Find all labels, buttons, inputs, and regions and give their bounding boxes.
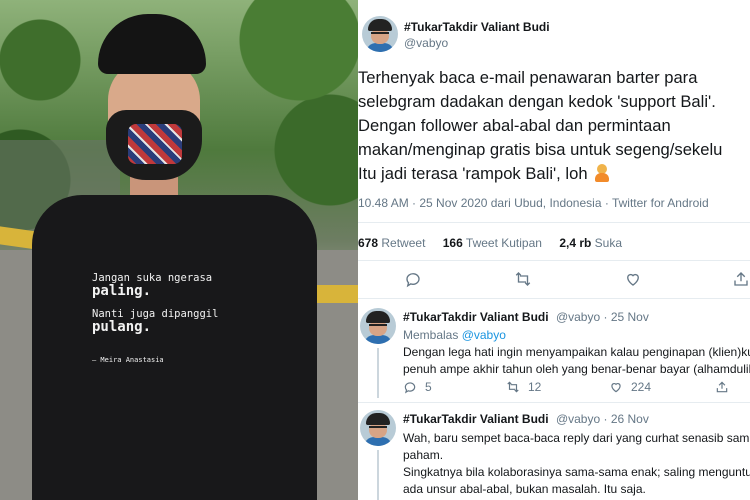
tweet-meta: 10.48 AM · 25 Nov 2020 dari Ubud, Indone… [358,196,709,210]
replying-to-handle[interactable]: @vabyo [462,328,506,342]
divider [358,222,750,223]
divider [358,298,750,299]
tweet-line-last: Itu jadi terasa 'rampok Bali', loh [358,162,750,186]
like-icon[interactable] [624,270,644,290]
photo-panel: Jangan suka ngerasa paling. Nanti juga d… [0,0,358,500]
divider [358,402,750,403]
tweet-line: Terhenyak baca e-mail penawaran barter p… [358,68,698,87]
reply-tweet[interactable]: #TukarTakdir Valiant Budi @vabyo · 26 No… [358,410,750,500]
quote-count: 166 [442,236,463,250]
avatar[interactable] [362,16,398,52]
reply-date[interactable]: · 25 Nov [603,310,648,324]
thread-line [377,348,379,398]
like-icon [611,383,621,393]
replying-label: Membalas [403,328,459,342]
tweet-actions [358,270,750,292]
shirt-signature: — Meira Anastasia [92,356,164,364]
reply-line: Singkatnya bila kolaborasinya sama-sama … [403,465,750,479]
avatar[interactable] [360,410,396,446]
share-icon [716,381,728,393]
reply-line: penuh ampe akhir tahun oleh yang benar-b… [403,362,750,376]
retweet-label: Retweet [381,236,426,250]
reply-icon[interactable] [404,270,424,290]
shirt-line-4: pulang. [92,319,152,335]
retweet-count: 678 [358,236,379,250]
reply-line: paham. [403,448,444,462]
like-stat[interactable]: 2,4 rb Suka [559,236,622,250]
tweet-text: Terhenyak baca e-mail penawaran barter p… [358,66,750,186]
reply-header: #TukarTakdir Valiant Budi @vabyo · 26 No… [403,412,649,426]
like-action[interactable]: 224 [609,380,651,394]
avatar[interactable] [360,308,396,344]
tweet-stats: 678 Retweet 166 Tweet Kutipan 2,4 rb Suk… [358,236,636,250]
person-emoji-icon [594,164,610,182]
reply-count: 5 [425,380,432,394]
quote-label: Tweet Kutipan [465,236,542,250]
quote-stat[interactable]: 166 Tweet Kutipan [443,236,542,250]
share-icon[interactable] [732,270,750,290]
reply-header: #TukarTakdir Valiant Budi @vabyo · 25 No… [403,310,649,324]
tweet-line: selebgram dadakan dengan kedok 'support … [358,92,716,111]
tweet-line: Itu jadi terasa 'rampok Bali', loh [358,164,588,183]
replying-to: Membalas @vabyo [403,328,506,342]
shirt-line-2: paling. [92,283,152,299]
retweet-action[interactable]: 12 [506,380,541,394]
divider [358,260,750,261]
like-label: Suka [594,236,623,250]
tweet-line: makan/menginap gratis bisa untuk segeng/… [358,140,723,159]
black-cap [98,14,206,74]
author-name[interactable]: #TukarTakdir Valiant Budi [403,412,549,426]
thread-line [377,450,379,500]
like-count: 2,4 rb [559,236,592,250]
author-handle[interactable]: @vabyo [404,36,448,50]
tweet-line: Dengan follower abal-abal dan permintaan [358,116,671,135]
retweet-stat[interactable]: 678 Retweet [358,236,425,250]
reply-text: Dengan lega hati ingin menyampaikan kala… [403,344,750,378]
reply-action[interactable]: 5 [403,380,432,394]
share-action[interactable] [715,380,729,394]
author-handle[interactable]: @vabyo [556,412,600,426]
author-handle[interactable]: @vabyo [556,310,600,324]
face-mask [106,110,202,180]
retweet-icon [507,381,519,393]
mask-pattern [128,124,182,164]
retweet-count: 12 [528,380,542,394]
reply-line: Dengan lega hati ingin menyampaikan kala… [403,345,750,359]
like-count: 224 [631,380,652,394]
person [30,10,330,500]
tweet-panel: #TukarTakdir Valiant Budi @vabyo Terheny… [358,0,750,500]
reply-text: Wah, baru sempet baca-baca reply dari ya… [403,430,750,498]
reply-icon [404,382,416,394]
author-name[interactable]: #TukarTakdir Valiant Budi [403,310,549,324]
shirt-print: Jangan suka ngerasa paling. Nanti juga d… [92,272,292,367]
author-name[interactable]: #TukarTakdir Valiant Budi [404,20,550,34]
retweet-icon[interactable] [514,270,534,290]
reply-date[interactable]: · 26 Nov [603,412,648,426]
reply-tweet[interactable]: #TukarTakdir Valiant Budi @vabyo · 25 No… [358,308,750,400]
reply-line: Wah, baru sempet baca-baca reply dari ya… [403,431,750,445]
reply-line: ada unsur abal-abal, bukan masalah. Itu … [403,482,646,496]
